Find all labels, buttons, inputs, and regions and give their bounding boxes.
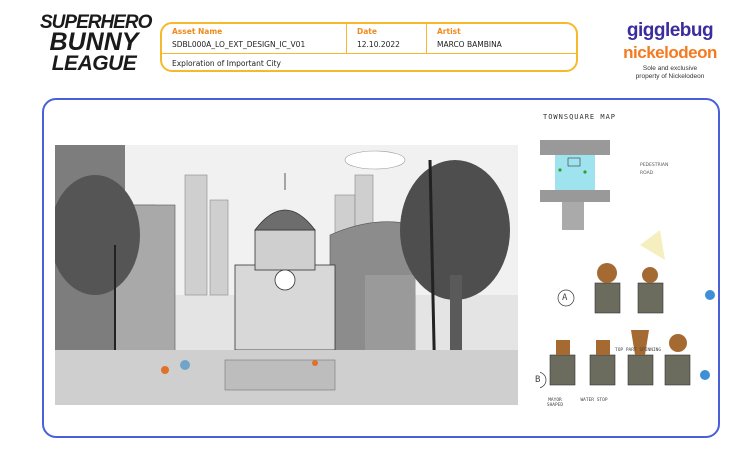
description: Exploration of Important City: [162, 53, 576, 73]
note-line: property of Nickelodeon: [635, 73, 705, 81]
note-line: Sole and exclusive: [642, 65, 698, 72]
legend-road: ROAD: [640, 171, 654, 176]
artist-value: MARCO BAMBINA: [437, 40, 502, 49]
map-title: TOWNSQUARE MAP: [543, 113, 617, 121]
asset-info-box: Asset Name SDBL000A_LO_EXT_DESIGN_IC_V01…: [160, 22, 578, 72]
logo-line: LEAGUE: [51, 52, 137, 76]
gigglebug-logo: gigglebug: [626, 20, 714, 41]
date-value: 12.10.2022: [357, 40, 400, 49]
legend-pedestrian: PEDESTRIAN: [640, 163, 669, 168]
date-label: Date: [357, 27, 377, 36]
logo-line: BUNNY: [49, 28, 139, 57]
asset-name-cell: Asset Name SDBL000A_LO_EXT_DESIGN_IC_V01: [162, 24, 347, 53]
top-part-label: TOP PART SPINNING: [615, 348, 662, 353]
show-logo: SUPERHERO BUNNY LEAGUE: [40, 13, 152, 76]
artist-label: Artist: [437, 27, 461, 36]
water-stop-label: WATER STOP: [580, 398, 608, 403]
asset-name-value: SDBL000A_LO_EXT_DESIGN_IC_V01: [172, 40, 306, 49]
nickelodeon-logo: nickelodeon: [623, 43, 717, 62]
brand-block: gigglebug nickelodeon Sole and exclusive…: [600, 20, 740, 81]
mayor-shaped-label: MAYOR SHAPED: [546, 398, 564, 408]
asset-name-label: Asset Name: [172, 27, 223, 36]
label-a: A: [562, 293, 568, 303]
city-illustration: [55, 145, 518, 405]
ownership-note: Sole and exclusive property of Nickelode…: [600, 65, 740, 81]
townsquare-map: [540, 140, 610, 230]
label-b: B: [535, 375, 541, 385]
artist-cell: Artist MARCO BAMBINA: [427, 24, 577, 53]
date-cell: Date 12.10.2022: [347, 24, 427, 53]
fountain-sketches: [540, 230, 715, 389]
